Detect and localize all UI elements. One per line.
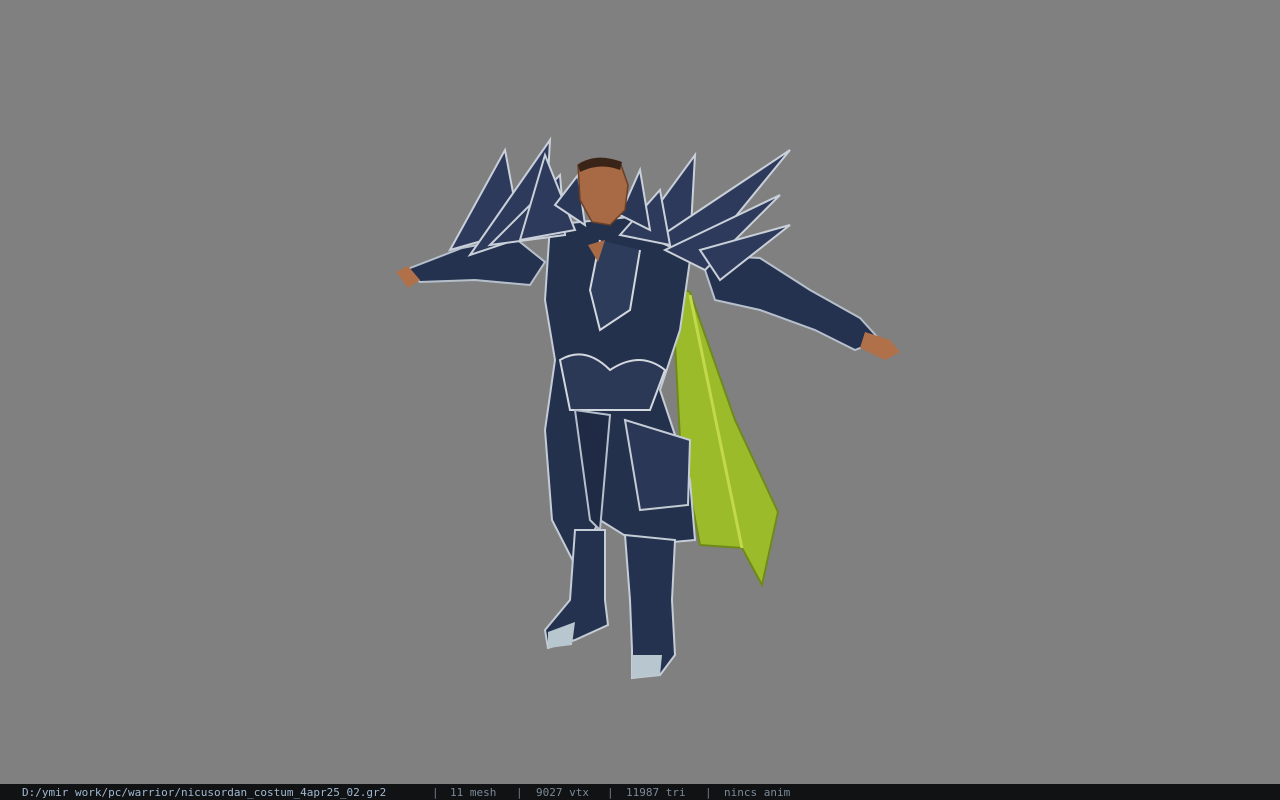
animation-status-text: nincs anim xyxy=(724,786,791,799)
separator: | xyxy=(432,786,439,799)
status-bar: D:/ymir work/pc/warrior/nicusordan_costu… xyxy=(0,784,1280,800)
separator: | xyxy=(705,786,712,799)
file-path-text: D:/ymir work/pc/warrior/nicusordan_costu… xyxy=(22,786,387,799)
separator: | xyxy=(607,786,614,799)
character-model[interactable] xyxy=(0,0,1280,784)
vertex-count-text: 9027 vtx xyxy=(536,786,589,799)
triangle-count-text: 11987 tri xyxy=(626,786,686,799)
right-boot-tip xyxy=(632,655,662,678)
3d-viewport[interactable] xyxy=(0,0,1280,784)
left-arm xyxy=(403,236,547,287)
mesh-count-text: 11 mesh xyxy=(450,786,497,799)
separator: | xyxy=(516,786,523,799)
right-hand xyxy=(860,332,900,360)
